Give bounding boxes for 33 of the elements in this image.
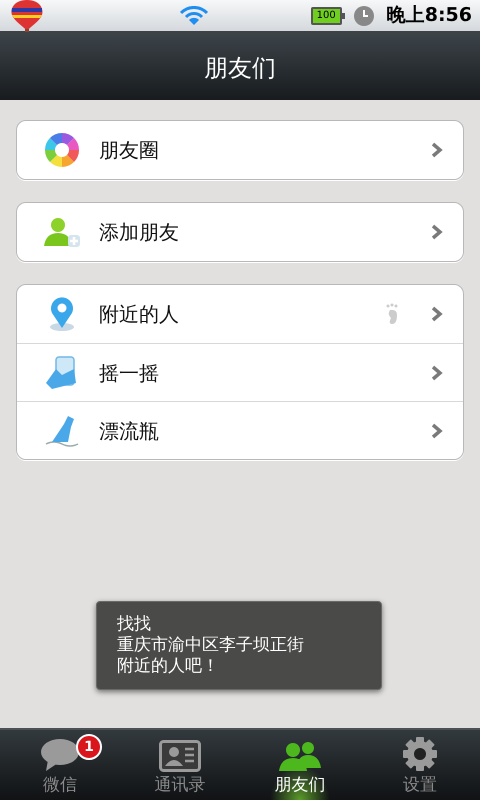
aperture-icon — [44, 132, 80, 168]
menu-label: 添加朋友 — [99, 219, 180, 246]
wifi-icon — [180, 6, 208, 26]
chevron-icon — [431, 142, 443, 158]
menu-row[interactable]: 摇一摇 — [17, 343, 463, 401]
chevron-icon — [431, 422, 443, 438]
menu-label: 漂流瓶 — [99, 418, 160, 444]
toast-message: 找找 重庆市渝中区李子坝正街 附近的人吧！ — [117, 614, 305, 677]
page-title: 朋友们 — [204, 52, 276, 84]
chevron-icon — [431, 224, 443, 240]
menu-row[interactable]: 附近的人 — [17, 285, 463, 343]
status-time: 晚上8:56 — [386, 3, 472, 28]
menu-label: 朋友圈 — [99, 137, 160, 164]
chevron-icon — [431, 306, 443, 322]
add-person-icon — [42, 216, 82, 248]
location-pin-icon — [47, 296, 77, 332]
people-icon — [278, 740, 322, 772]
tab[interactable]: 通讯录 — [120, 730, 240, 800]
chevron-icon — [431, 364, 443, 380]
speech-bubble-icon — [40, 738, 80, 772]
bottle-icon — [44, 414, 80, 448]
clock-icon — [352, 4, 375, 26]
unread-badge: 1 — [76, 734, 102, 760]
menu-label: 附近的人 — [99, 301, 180, 328]
menu-row[interactable]: 漂流瓶 — [17, 401, 463, 459]
settings-icon — [402, 736, 438, 772]
battery-icon: 100 — [310, 6, 345, 24]
menu-row[interactable]: 朋友圈 — [17, 121, 463, 179]
tab[interactable]: 微信 1 — [0, 730, 120, 800]
menu-row[interactable]: 添加朋友 — [17, 203, 463, 261]
contact-card-icon — [159, 740, 201, 772]
menu-label: 摇一摇 — [99, 360, 160, 386]
tab[interactable]: 设置 — [360, 730, 480, 800]
